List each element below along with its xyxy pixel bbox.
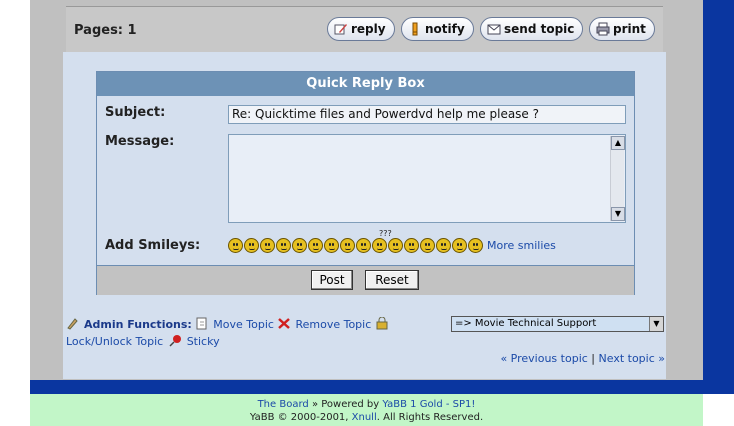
smiley-tongue-icon[interactable] [388, 238, 403, 253]
notify-button[interactable]: notify [401, 17, 474, 41]
remove-topic-icon [278, 318, 291, 329]
right-margin [703, 0, 734, 394]
remove-topic-link[interactable]: Remove Topic [295, 318, 371, 331]
subject-input[interactable]: Re: Quicktime files and Powerdvd help me… [228, 105, 626, 124]
left-margin [0, 0, 30, 394]
smiley-question-marks: ??? [379, 229, 392, 238]
smiley-cool-icon[interactable] [340, 238, 355, 253]
bell-icon [412, 22, 418, 36]
chevron-down-icon[interactable]: ▼ [649, 317, 663, 331]
smiley-cheesy-icon[interactable] [260, 238, 275, 253]
send-topic-button[interactable]: send topic [480, 17, 584, 41]
print-label: print [613, 22, 646, 36]
jump-selected-value: => Movie Technical Support [455, 318, 597, 329]
admin-functions-label: Admin Functions: [84, 318, 192, 331]
quick-reply-box: Quick Reply Box Subject: Re: Quicktime f… [96, 71, 635, 295]
smiley-wink-icon[interactable] [244, 238, 259, 253]
smiley-rolleyes-icon[interactable] [372, 238, 387, 253]
message-scrollbar[interactable]: ▲ ▼ [610, 136, 625, 221]
message-textarea[interactable]: ▲ ▼ [228, 134, 626, 223]
quick-reply-buttons: Post Reset [97, 265, 634, 295]
pages-bar: Pages: 1 reply notify send topic print [66, 6, 663, 52]
smiley-embarrassed-icon[interactable] [404, 238, 419, 253]
smiley-cry-icon[interactable] [468, 238, 483, 253]
nav-separator: | [591, 352, 596, 365]
smiley-smile-icon[interactable] [228, 238, 243, 253]
smiley-undecided-icon[interactable] [436, 238, 451, 253]
rights-text: . All Rights Reserved. [376, 412, 484, 423]
scroll-up-icon[interactable]: ▲ [611, 136, 625, 150]
next-topic-link[interactable]: Next topic » [599, 352, 665, 365]
footer: The Board » Powered by YaBB 1 Gold - SP1… [30, 394, 703, 426]
printer-icon [596, 22, 610, 36]
pages-label: Pages: 1 [74, 23, 137, 38]
xnull-link[interactable]: Xnull [352, 412, 377, 423]
reply-button[interactable]: reply [327, 17, 395, 41]
smiley-angry-icon[interactable] [292, 238, 307, 253]
subject-label: Subject: [105, 105, 166, 120]
smiley-sad-icon[interactable] [308, 238, 323, 253]
envelope-icon [487, 24, 501, 35]
powered-by-text: » Powered by [311, 399, 380, 410]
smiley-shocked-icon[interactable] [324, 238, 339, 253]
move-topic-icon [196, 317, 207, 330]
print-button[interactable]: print [589, 17, 655, 41]
post-button[interactable]: Post [311, 270, 353, 290]
board-link[interactable]: The Board [258, 399, 309, 410]
notify-label: notify [425, 22, 465, 36]
smiley-grin-icon[interactable] [276, 238, 291, 253]
move-topic-link[interactable]: Move Topic [213, 318, 274, 331]
lock-topic-icon [376, 317, 388, 330]
admin-tools-icon [67, 318, 78, 330]
scroll-down-icon[interactable]: ▼ [611, 207, 625, 221]
sticky-pin-icon [169, 335, 181, 347]
lock-unlock-topic-link[interactable]: Lock/Unlock Topic [66, 335, 163, 348]
smiley-lipsrsealed-icon[interactable] [420, 238, 435, 253]
quick-reply-title: Quick Reply Box [97, 72, 634, 96]
copyright-text: YaBB © 2000-2001, [249, 412, 349, 423]
smiley-huh-icon[interactable] [356, 238, 371, 253]
smiley-kiss-icon[interactable] [452, 238, 467, 253]
yabb-link[interactable]: YaBB 1 Gold - SP1! [382, 399, 475, 410]
reply-label: reply [351, 22, 386, 36]
send-topic-label: send topic [504, 22, 575, 36]
topic-navigation: « Previous topic | Next topic » [500, 352, 665, 365]
smiley-bar: More smilies [228, 238, 556, 253]
message-label: Message: [105, 134, 175, 149]
sticky-link[interactable]: Sticky [187, 335, 220, 348]
more-smilies-link[interactable]: More smilies [487, 239, 556, 252]
admin-functions: Admin Functions: Move Topic Remove Topic… [66, 316, 393, 350]
jump-to-board-select[interactable]: => Movie Technical Support ▼ [451, 316, 664, 332]
smileys-label: Add Smileys: [105, 238, 201, 253]
pencil-icon [334, 24, 347, 35]
reset-button[interactable]: Reset [365, 270, 419, 290]
previous-topic-link[interactable]: « Previous topic [500, 352, 587, 365]
